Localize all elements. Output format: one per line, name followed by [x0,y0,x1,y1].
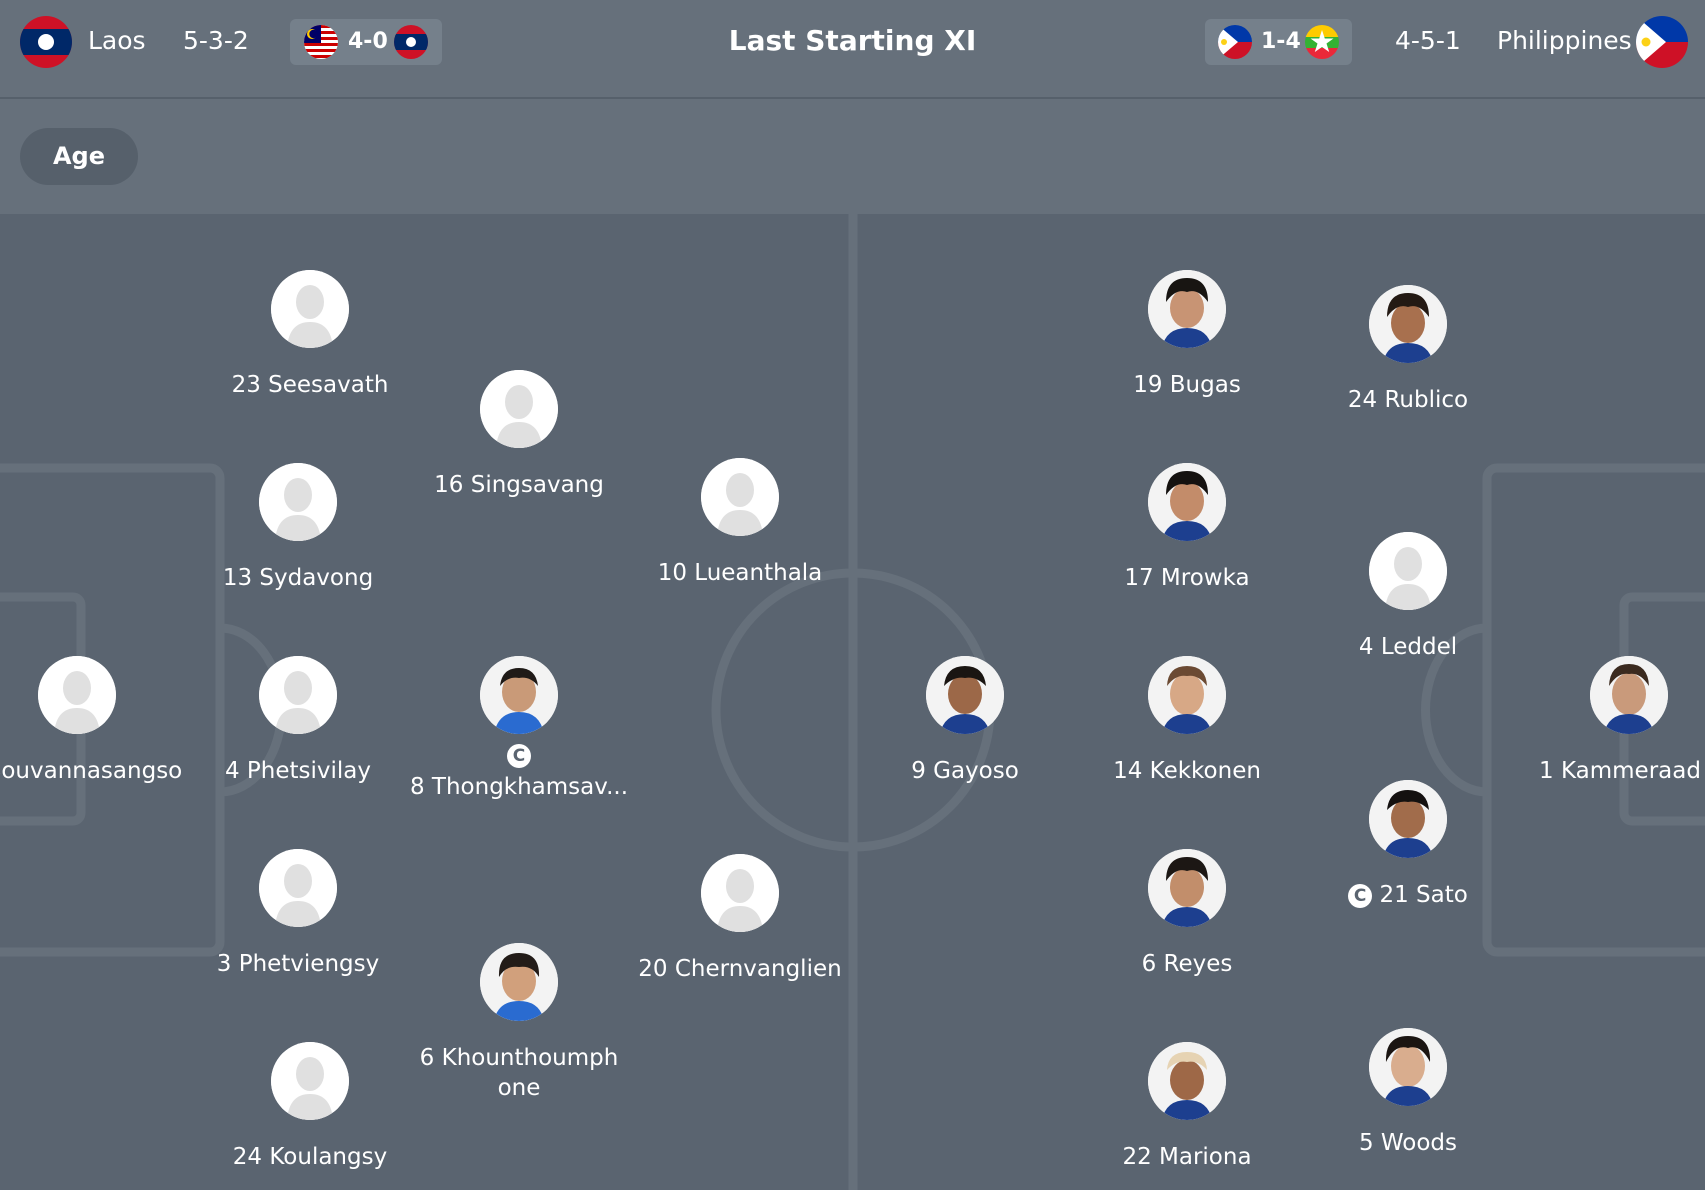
player-name: 10 Lueanthala [657,560,823,586]
away-team-name[interactable]: Philippines [1497,20,1632,62]
player-name: 20 Chernvanglien [638,956,842,982]
player-photo [1590,656,1668,734]
player-silhouette-icon [259,463,337,541]
lineup-header: Laos 5-3-2 4-0 Last Starting XI 1-4 4-5-… [0,0,1705,99]
player-card[interactable]: 4 Phetsivilay [178,656,418,786]
player-silhouette-icon [1369,532,1447,610]
player-photo [1148,463,1226,541]
player-card[interactable]: 10 Lueanthala [620,458,860,588]
player-card[interactable]: 5 Woods [1288,1028,1528,1158]
player-card[interactable]: 6 Khounthoumph one [399,943,639,1103]
player-photo [1148,270,1226,348]
player-name: C 21 Sato [1288,880,1528,910]
player-card[interactable]: 16 Singsavang [399,370,639,500]
player-card[interactable]: 1 Kammeraad [1509,656,1705,786]
pitch: 23 Seesavath 16 Singsavang 13 Sydavong 1… [0,214,1705,1190]
player-silhouette-icon [701,854,779,932]
player-photo [480,943,558,1021]
player-photo [1369,285,1447,363]
player-card[interactable]: 23 Seesavath [190,270,430,400]
player-silhouette-icon [259,849,337,927]
player-name-text: 21 Sato [1379,882,1468,908]
away-formation: 4-5-1 [1395,26,1461,55]
player-name: 23 Seesavath [231,372,389,398]
player-card[interactable]: 24 Koulangsy [190,1042,430,1172]
player-card[interactable]: 4 Leddel [1288,532,1528,662]
player-name: 9 Gayoso [911,758,1019,784]
player-name: 24 Rublico [1347,387,1469,413]
player-card[interactable]: 17 Mrowka [1067,463,1307,593]
player-card[interactable]: 22 Mariona [1067,1042,1307,1172]
player-silhouette-icon [480,370,558,448]
player-name: 4 Leddel [1358,634,1458,660]
myanmar-flag-icon [1305,25,1339,59]
player-name: 16 Singsavang [434,472,604,498]
player-photo [926,656,1004,734]
player-card[interactable]: Souvannasangso [0,656,197,786]
player-name: 13 Sydavong [222,565,374,591]
player-name: 4 Phetsivilay [224,758,372,784]
player-name: Souvannasangso [0,758,183,784]
away-last-match[interactable]: 1-4 [1205,19,1352,65]
player-silhouette-icon [259,656,337,734]
captain-badge-icon: C [1348,883,1373,908]
player-name: 6 Reyes [1141,951,1233,977]
player-name: 24 Koulangsy [232,1144,388,1170]
player-card[interactable]: 24 Rublico [1288,285,1528,415]
player-photo [1148,656,1226,734]
player-name: 17 Mrowka [1124,565,1250,591]
philippines-flag-icon [1218,25,1252,59]
player-card[interactable]: 9 Gayoso [845,656,1085,786]
player-card[interactable]: 3 Phetviengsy [178,849,418,979]
player-photo [1369,1028,1447,1106]
player-card[interactable]: C 8 Thongkhamsav... [399,656,639,802]
player-silhouette-icon [38,656,116,734]
player-card[interactable]: 13 Sydavong [178,463,418,593]
player-name: 22 Mariona [1122,1144,1252,1170]
philippines-flag-icon [1636,16,1688,68]
player-card[interactable]: C 21 Sato [1288,780,1528,910]
player-card[interactable]: 20 Chernvanglien [620,854,860,984]
player-name: 14 Kekkonen [1113,758,1261,784]
away-last-score: 1-4 [1261,29,1301,54]
player-card[interactable]: 14 Kekkonen [1067,656,1307,786]
player-card[interactable]: 19 Bugas [1067,270,1307,400]
captain-badge-icon: C [507,744,531,768]
player-name: 8 Thongkhamsav... [409,774,629,800]
player-card[interactable]: 6 Reyes [1067,849,1307,979]
player-silhouette-icon [701,458,779,536]
filter-toolbar: Age [0,99,1705,214]
player-name: 6 Khounthoumph one [419,1045,619,1101]
player-name: 5 Woods [1358,1130,1458,1156]
player-photo [1369,780,1447,858]
age-toggle-button[interactable]: Age [20,128,138,185]
player-photo [1148,1042,1226,1120]
player-photo [480,656,558,734]
player-photo [1148,849,1226,927]
player-name: 3 Phetviengsy [216,951,380,977]
player-name: 19 Bugas [1133,372,1241,398]
player-silhouette-icon [271,270,349,348]
player-silhouette-icon [271,1042,349,1120]
